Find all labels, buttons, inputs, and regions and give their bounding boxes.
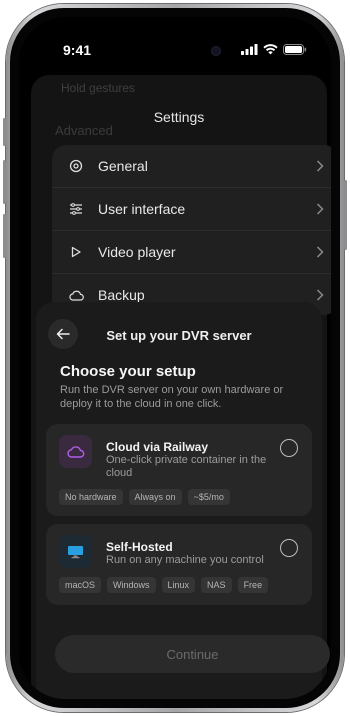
option-cloud-railway[interactable]: Cloud via Railway One-click private cont…	[46, 424, 312, 516]
volume-down-button	[3, 214, 6, 258]
tag-chip: No hardware	[59, 489, 123, 505]
option-radio[interactable]	[280, 539, 298, 557]
phone-frame: 9:41 Hold gestures Settings Advanced Gen…	[6, 4, 344, 712]
settings-item-user-interface[interactable]: User interface	[52, 188, 331, 231]
chevron-right-icon	[316, 246, 324, 258]
settings-item-label: Video player	[98, 244, 176, 260]
tag-chip: Linux	[161, 577, 196, 593]
sliders-icon	[68, 201, 84, 217]
dvr-setup-sheet: Set up your DVR server Choose your setup…	[36, 302, 330, 699]
play-icon	[68, 244, 84, 260]
wifi-icon	[263, 44, 278, 55]
status-icons	[241, 44, 307, 55]
section-label-advanced: Advanced	[55, 123, 113, 138]
option-description: One-click private container in the cloud	[106, 454, 267, 479]
settings-item-general[interactable]: General	[52, 145, 331, 188]
settings-item-video-player[interactable]: Video player	[52, 231, 331, 274]
option-radio[interactable]	[280, 439, 298, 457]
chevron-right-icon	[316, 289, 324, 301]
status-time: 9:41	[63, 42, 92, 58]
option-self-hosted[interactable]: Self-Hosted Run on any machine you contr…	[46, 524, 312, 605]
option-tags: macOS Windows Linux NAS Free	[59, 577, 269, 593]
continue-button[interactable]: Continue	[55, 635, 330, 673]
option-title: Self-Hosted	[106, 540, 173, 554]
tag-chip: Always on	[128, 489, 182, 505]
setup-heading: Choose your setup	[60, 363, 196, 380]
settings-item-label: Backup	[98, 287, 145, 303]
ghost-row-text: Hold gestures	[61, 81, 136, 95]
modal-title: Set up your DVR server	[106, 328, 252, 343]
option-description: Run on any machine you control	[106, 554, 264, 566]
screen: 9:41 Hold gestures Settings Advanced Gen…	[19, 17, 331, 699]
setup-description: Run the DVR server on your own hardware …	[60, 384, 284, 410]
chevron-right-icon	[316, 160, 324, 172]
gear-icon	[68, 158, 84, 174]
power-button	[344, 180, 347, 250]
option-tags: No hardware Always on ~$5/mo	[59, 489, 230, 505]
tag-chip: Free	[237, 577, 269, 593]
dynamic-island	[139, 37, 231, 65]
tag-chip: macOS	[59, 577, 102, 593]
option-title: Cloud via Railway	[106, 440, 209, 454]
volume-up-button	[3, 160, 6, 204]
tag-chip: NAS	[201, 577, 232, 593]
settings-item-label: General	[98, 158, 148, 174]
tag-chip: ~$5/mo	[187, 489, 230, 505]
chevron-right-icon	[316, 203, 324, 215]
action-button	[3, 118, 6, 146]
cloud-icon	[59, 435, 92, 468]
tag-chip: Windows	[107, 577, 156, 593]
cellular-signal-icon	[241, 44, 258, 55]
battery-icon	[283, 44, 307, 55]
settings-item-label: User interface	[98, 201, 186, 217]
cloud-icon	[68, 287, 84, 303]
settings-list: General User interface Video player Back…	[52, 145, 331, 315]
camera-icon	[211, 46, 221, 56]
phone-bezel: 9:41 Hold gestures Settings Advanced Gen…	[10, 8, 340, 708]
monitor-icon	[59, 535, 92, 568]
